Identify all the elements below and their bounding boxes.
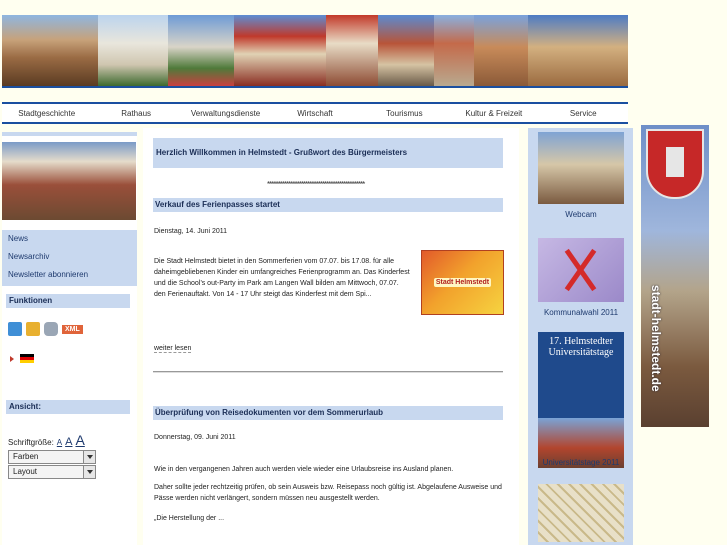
left-sidebar: News Newsarchiv Newsletter abonnieren Fu… (2, 132, 137, 545)
nav-tourismus[interactable]: Tourismus (360, 109, 449, 118)
election-teaser[interactable]: Kommunalwahl 2011 (538, 238, 624, 317)
banner-photo-tower (434, 15, 474, 86)
nav-service[interactable]: Service (539, 109, 628, 118)
favorites-icon[interactable] (26, 322, 40, 336)
colors-select-value: Farben (13, 452, 39, 461)
banner-photo-juleum (234, 15, 326, 86)
sidebar-item-newsletter[interactable]: Newsletter abonnieren (2, 266, 137, 284)
main-content: Herzlich Willkommen in Helmstedt - Grußw… (143, 128, 519, 545)
layout-select[interactable]: Layout (8, 465, 96, 479)
font-size-large-button[interactable]: A (75, 432, 84, 448)
home-icon[interactable] (8, 322, 22, 336)
chevron-down-icon (83, 466, 95, 478)
article-image-label: Stadt Helmstedt (433, 278, 492, 287)
arrow-right-icon (10, 355, 14, 362)
font-size-label: Schriftgröße: (8, 438, 54, 447)
sidebar-photo-halftimbered-house (2, 142, 136, 220)
chevron-down-icon (83, 451, 95, 463)
election-link[interactable]: Kommunalwahl 2011 (538, 308, 624, 317)
font-size-small-button[interactable]: A (57, 438, 62, 447)
functions-icons: XML (8, 322, 83, 336)
article-date: Donnerstag, 09. Juni 2011 (154, 434, 236, 441)
sidebar-menu: News Newsarchiv Newsletter abonnieren (2, 230, 137, 286)
sidebar-item-newsarchiv[interactable]: Newsarchiv (2, 248, 137, 266)
colors-select[interactable]: Farben (8, 450, 96, 464)
article-paragraph: „Die Herstellung der ... (154, 515, 225, 522)
font-size-medium-button[interactable]: A (65, 436, 72, 448)
ballot-cross-image[interactable] (538, 238, 624, 302)
banner-photo-church (168, 15, 234, 86)
nav-rathaus[interactable]: Rathaus (91, 109, 180, 118)
nav-wirtschaft[interactable]: Wirtschaft (270, 109, 359, 118)
side-banner[interactable]: stadt-helmstedt.de (641, 125, 709, 427)
article-paragraph: Daher sollte jeder rechtzeitig prüfen, o… (154, 484, 502, 502)
nav-verwaltungsdienste[interactable]: Verwaltungsdienste (181, 109, 270, 118)
city-crest-icon (646, 129, 704, 199)
article-title[interactable]: Überprüfung von Reisedokumenten vor dem … (153, 406, 503, 420)
poster-title: 17. Helmstedter Universitätstage (548, 336, 614, 358)
sidebar-item-news[interactable]: News (2, 230, 137, 248)
functions-heading: Funktionen (6, 294, 130, 308)
nav-stadtgeschichte[interactable]: Stadtgeschichte (2, 109, 91, 118)
webcam-image[interactable] (538, 132, 624, 204)
banner-photo-building (98, 15, 168, 86)
separator: ****************************************… (267, 180, 365, 189)
banner-photo-roofs (378, 15, 434, 86)
right-sidebar: Webcam Kommunalwahl 2011 17. Helmstedter… (528, 128, 633, 545)
banner-photo-houses (326, 15, 378, 86)
banner-photo-arch (528, 15, 628, 86)
webcam-teaser[interactable]: Webcam (538, 132, 624, 219)
font-size-control: Schriftgröße: A A A (8, 432, 85, 448)
article-title[interactable]: Verkauf des Ferienpasses startet (153, 198, 503, 212)
university-days-poster[interactable]: 17. Helmstedter Universitätstage (538, 332, 624, 468)
main-navigation: Stadtgeschichte Rathaus Verwaltungsdiens… (2, 102, 628, 124)
divider (153, 371, 503, 373)
view-heading: Ansicht: (6, 400, 130, 414)
welcome-heading[interactable]: Herzlich Willkommen in Helmstedt - Grußw… (153, 138, 503, 168)
nav-kultur-freizeit[interactable]: Kultur & Freizeit (449, 109, 538, 118)
xml-feed-icon[interactable]: XML (62, 324, 83, 334)
german-flag-icon[interactable] (20, 354, 34, 363)
university-days-link[interactable]: Universitätstage 2011 (538, 458, 624, 467)
read-more-link[interactable]: weiter lesen (154, 345, 192, 353)
article-date: Dienstag, 14. Juni 2011 (154, 228, 228, 235)
language-switch (10, 354, 34, 363)
print-icon[interactable] (44, 322, 58, 336)
city-plan-image[interactable] (538, 484, 624, 542)
city-plan-teaser[interactable] (538, 484, 624, 542)
webcam-link[interactable]: Webcam (538, 210, 624, 219)
side-banner-url: stadt-helmstedt.de (649, 285, 663, 392)
article-teaser: Die Stadt Helmstedt bietet in den Sommer… (154, 258, 410, 298)
page: Stadtgeschichte Rathaus Verwaltungsdiens… (0, 0, 727, 545)
layout-select-value: Layout (13, 467, 38, 476)
banner-photo-townhall (2, 15, 98, 86)
article-paragraph: Wie in den vergangenen Jahren auch werde… (154, 466, 454, 473)
header-banner (2, 15, 628, 88)
article-image-ferienpass: Stadt Helmstedt (421, 250, 504, 315)
banner-photo-gate (474, 15, 528, 86)
university-days-teaser[interactable]: 17. Helmstedter Universitätstage Univers… (538, 332, 624, 468)
